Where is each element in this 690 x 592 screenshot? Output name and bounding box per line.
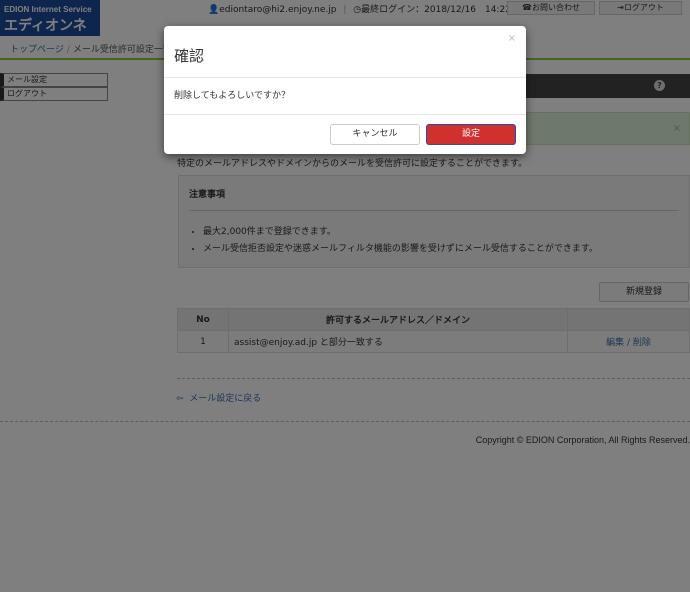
confirm-dialog: 確認 × 削除してもよろしいですか？ キャンセル 設定 (164, 26, 526, 154)
dialog-message: 削除してもよろしいですか？ (174, 91, 291, 101)
divider (164, 114, 526, 115)
dialog-title: 確認 (174, 47, 205, 65)
cancel-button[interactable]: キャンセル (330, 124, 420, 145)
close-icon[interactable]: × (508, 33, 516, 44)
divider (164, 77, 526, 78)
confirm-button[interactable]: 設定 (426, 124, 516, 145)
